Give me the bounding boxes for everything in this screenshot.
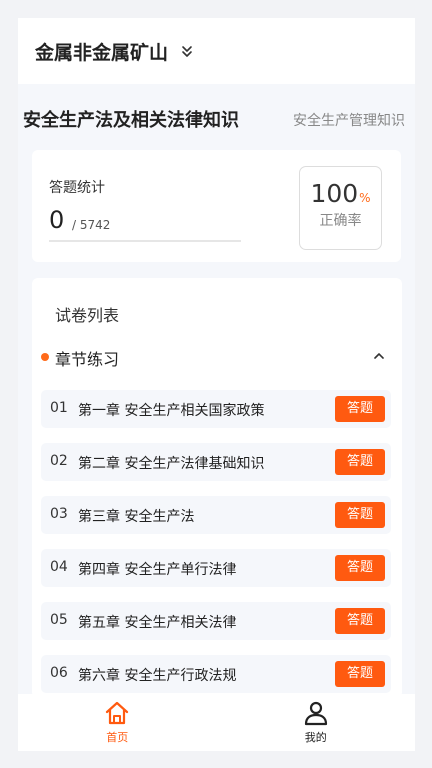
nav-home-label: 首页 — [106, 731, 129, 744]
chapter-list: 01 第一章 安全生产相关国家政策 答题 02 第二章 安全生产法律基础知识 答… — [41, 390, 391, 698]
chapter-name: 第三章 安全生产法 — [78, 509, 195, 525]
chapter-number: 06 — [50, 665, 68, 681]
chapter-item[interactable]: 05 第五章 安全生产相关法律 答题 — [41, 602, 391, 640]
chapter-item[interactable]: 01 第一章 安全生产相关国家政策 答题 — [41, 390, 391, 428]
user-icon — [304, 701, 327, 726]
chapter-number: 01 — [50, 400, 68, 416]
accuracy-box: 100% 正确率 — [299, 166, 382, 250]
chapter-name: 第二章 安全生产法律基础知识 — [78, 456, 265, 472]
answer-button[interactable]: 答题 — [335, 661, 385, 687]
chapter-name: 第一章 安全生产相关国家政策 — [78, 403, 265, 419]
exam-list-card: 试卷列表 章节练习 01 第一章 安全生产相关国家政策 答题 02 第二章 安全… — [32, 278, 402, 698]
total-count: / 5742 — [72, 218, 111, 232]
section-chapter-practice[interactable]: 章节练习 — [41, 346, 391, 369]
app-screen: 金属非金属矿山 安全生产法及相关法律知识 安全生产管理知识 答题统计 0 / 5… — [18, 18, 415, 751]
chapter-item[interactable]: 04 第四章 安全生产单行法律 答题 — [41, 549, 391, 587]
percent-symbol: % — [359, 191, 371, 205]
chapter-number: 02 — [50, 453, 68, 469]
bottom-nav: 首页 我的 — [18, 694, 415, 751]
answer-button[interactable]: 答题 — [335, 449, 385, 475]
bullet-dot-icon — [41, 353, 49, 361]
chapter-name: 第四章 安全生产单行法律 — [78, 562, 237, 578]
chapter-number: 05 — [50, 612, 68, 628]
chevron-up-icon[interactable] — [372, 349, 386, 363]
answer-button[interactable]: 答题 — [335, 396, 385, 422]
nav-home[interactable]: 首页 — [18, 694, 217, 751]
nav-me[interactable]: 我的 — [217, 694, 416, 751]
chapter-name: 第六章 安全生产行政法规 — [78, 668, 237, 684]
tab-law-knowledge[interactable]: 安全生产法及相关法律知识 — [23, 106, 239, 132]
chapter-name: 第五章 安全生产相关法律 — [78, 615, 237, 631]
chapter-item[interactable]: 06 第六章 安全生产行政法规 答题 — [41, 655, 391, 693]
chapter-item[interactable]: 02 第二章 安全生产法律基础知识 答题 — [41, 443, 391, 481]
answered-count: 0 — [49, 206, 65, 234]
section-name: 章节练习 — [55, 350, 120, 369]
chapter-number: 03 — [50, 506, 68, 522]
chevron-down-icon — [182, 46, 192, 57]
answer-button[interactable]: 答题 — [335, 502, 385, 528]
answer-button[interactable]: 答题 — [335, 608, 385, 634]
exam-list-title: 试卷列表 — [55, 306, 120, 325]
home-icon — [106, 701, 129, 725]
category-title: 金属非金属矿山 — [35, 41, 169, 64]
subject-tabs: 安全生产法及相关法律知识 安全生产管理知识 — [18, 102, 415, 132]
chapter-item[interactable]: 03 第三章 安全生产法 答题 — [41, 496, 391, 534]
progress-bar — [49, 240, 241, 242]
stats-label: 答题统计 — [49, 180, 105, 196]
chapter-number: 04 — [50, 559, 68, 575]
answer-button[interactable]: 答题 — [335, 555, 385, 581]
category-selector[interactable]: 金属非金属矿山 — [18, 18, 415, 84]
accuracy-label: 正确率 — [319, 213, 362, 229]
accuracy-value: 100% — [310, 179, 371, 208]
tab-management-knowledge[interactable]: 安全生产管理知识 — [293, 110, 405, 132]
nav-me-label: 我的 — [304, 731, 327, 744]
stats-card: 答题统计 0 / 5742 100% 正确率 — [32, 150, 401, 262]
